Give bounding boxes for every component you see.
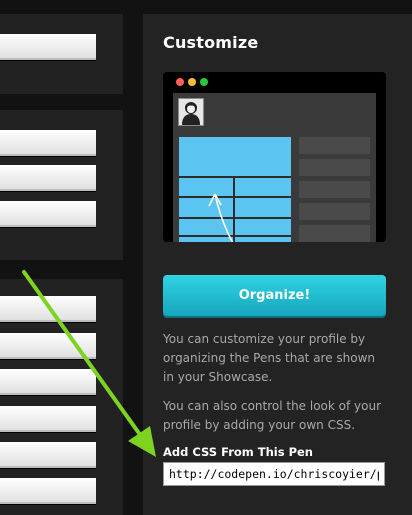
pen-item[interactable]	[0, 478, 96, 504]
curved-arrow-icon	[208, 193, 234, 242]
pen-item[interactable]	[0, 333, 96, 359]
pen-item[interactable]	[0, 34, 96, 60]
profile-preview-illustration	[163, 72, 386, 242]
customize-description: You can customize your profile by organi…	[163, 332, 376, 384]
pen-panel-top	[0, 14, 123, 94]
customize-title: Customize	[163, 33, 259, 52]
pen-item[interactable]	[0, 406, 96, 432]
pen-item[interactable]	[0, 165, 96, 191]
pen-item[interactable]	[0, 296, 96, 322]
pen-item[interactable]	[0, 130, 96, 156]
pen-item[interactable]	[0, 369, 96, 395]
pen-panel-bottom	[0, 279, 123, 515]
pen-list-column	[0, 0, 123, 515]
css-pen-label: Add CSS From This Pen	[163, 445, 313, 459]
pen-panel-middle	[0, 110, 123, 260]
css-description: You can also control the look of your pr…	[163, 399, 382, 432]
pen-item[interactable]	[0, 442, 96, 468]
css-pen-url-input[interactable]	[163, 462, 385, 486]
pen-item[interactable]	[0, 201, 96, 227]
organize-button[interactable]: Organize!	[163, 275, 386, 316]
